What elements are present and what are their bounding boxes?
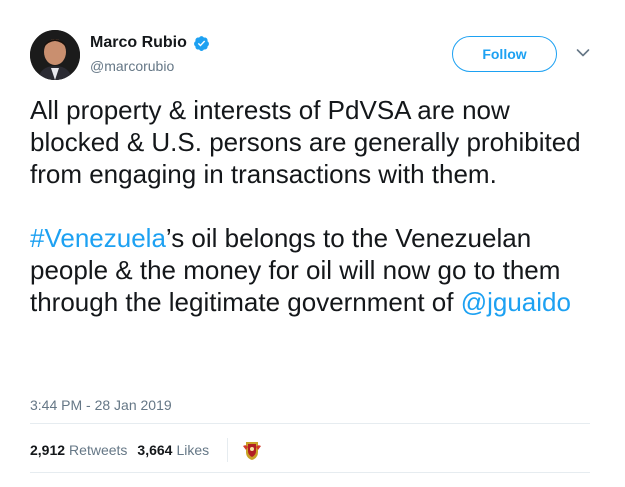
retweets-label[interactable]: Retweets: [69, 442, 127, 458]
follow-button[interactable]: Follow: [452, 36, 557, 72]
tweet-paragraph-1: All property & interests of PdVSA are no…: [30, 95, 581, 189]
verified-badge-icon: [193, 35, 209, 51]
author-name[interactable]: Marco Rubio: [90, 34, 210, 52]
author-name-text[interactable]: Marco Rubio: [90, 34, 187, 52]
author-avatar[interactable]: [30, 30, 80, 80]
stats-separator: [227, 438, 229, 462]
likes-label[interactable]: Likes: [176, 442, 209, 458]
mention-link[interactable]: @jguaido: [461, 287, 571, 317]
author-handle[interactable]: @marcorubio: [90, 58, 174, 74]
tweet-card: Marco Rubio @marcorubio Follow All prope…: [0, 0, 625, 487]
retweets-count[interactable]: 2,912: [30, 442, 65, 458]
tweet-paragraph-2: #Venezuela’s oil belongs to the Venezuel…: [30, 222, 600, 318]
hashtag-link[interactable]: #Venezuela: [30, 223, 166, 253]
tweet-text: All property & interests of PdVSA are no…: [30, 94, 600, 318]
liker-avatar[interactable]: [240, 438, 265, 462]
divider: [30, 472, 590, 473]
chevron-down-icon[interactable]: [576, 48, 590, 58]
tweet-timestamp[interactable]: 3:44 PM - 28 Jan 2019: [30, 397, 172, 413]
divider: [30, 423, 590, 424]
tweet-stats: 2,912 Retweets 3,664 Likes: [30, 438, 265, 462]
likes-count[interactable]: 3,664: [137, 442, 172, 458]
